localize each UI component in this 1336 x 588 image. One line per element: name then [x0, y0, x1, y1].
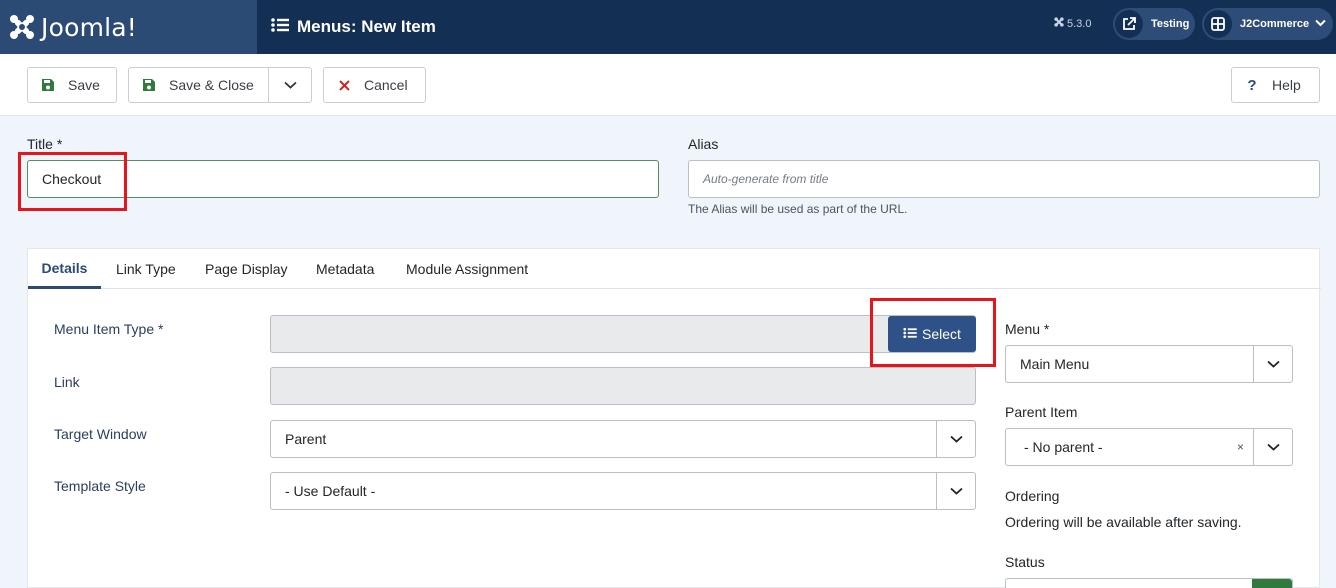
chevron-down-icon — [936, 421, 975, 457]
parent-item-label: Parent Item — [1005, 404, 1078, 420]
save-close-label: Save & Close — [169, 77, 254, 93]
help-label: Help — [1272, 77, 1301, 93]
tab-label: Page Display — [205, 261, 288, 277]
cancel-button[interactable]: Cancel — [323, 67, 426, 103]
tab-label: Module Assignment — [406, 261, 529, 277]
status-toggle — [1252, 579, 1292, 588]
version-badge: 5.3.0 — [1054, 17, 1091, 30]
tab-label: Details — [41, 259, 88, 276]
help-button[interactable]: ? Help — [1231, 67, 1320, 103]
tab-metadata[interactable]: Metadata — [316, 249, 374, 289]
alias-placeholder: Auto-generate from title — [703, 172, 829, 186]
chevron-down-icon — [284, 81, 297, 89]
logo-text: Joomla! — [41, 12, 138, 42]
title-label: Title * — [27, 136, 63, 152]
page-title: Menus: New Item — [271, 0, 436, 54]
parent-item-value: - No parent - — [1024, 439, 1103, 455]
target-window-value: Parent — [285, 431, 327, 447]
highlight-box-select — [870, 298, 996, 367]
alias-label: Alias — [688, 136, 719, 152]
tab-module-assignment[interactable]: Module Assignment — [406, 249, 528, 289]
save-icon — [28, 78, 68, 92]
joomla-logo-icon — [8, 13, 36, 41]
logo[interactable]: Joomla! — [0, 0, 257, 54]
template-style-value: - Use Default - — [285, 483, 376, 499]
parent-item-select[interactable]: - No parent - × — [1005, 428, 1293, 466]
save-close-button[interactable]: Save & Close — [128, 67, 312, 103]
user-menu-button[interactable]: J2Commerce — [1202, 8, 1333, 40]
tab-bar: Details Link Type Page Display Metadata … — [28, 249, 1321, 289]
menu-item-type-label: Menu Item Type * — [54, 321, 164, 337]
save-button[interactable]: Save — [27, 67, 117, 103]
version-text: 5.3.0 — [1067, 17, 1092, 30]
target-window-select[interactable]: Parent — [270, 420, 976, 458]
save-icon — [129, 78, 169, 92]
joomla-small-icon — [1054, 17, 1064, 30]
tab-page-display[interactable]: Page Display — [205, 249, 288, 289]
alias-hint: The Alias will be used as part of the UR… — [688, 202, 908, 216]
status-select[interactable] — [1005, 578, 1293, 588]
ordering-text: Ordering will be available after saving. — [1005, 514, 1242, 530]
details-card: Details Link Type Page Display Metadata … — [27, 248, 1321, 588]
menu-select[interactable]: Main Menu — [1005, 345, 1293, 383]
menu-label: Menu * — [1005, 321, 1050, 337]
site-preview-button[interactable]: Testing — [1113, 8, 1195, 40]
link-field — [270, 367, 976, 405]
save-options-dropdown[interactable] — [269, 68, 312, 102]
chevron-down-icon — [1315, 18, 1326, 30]
chevron-down-icon — [936, 473, 975, 509]
chevron-down-icon — [1253, 429, 1292, 465]
status-label: Status — [1005, 554, 1045, 570]
menu-value: Main Menu — [1020, 356, 1090, 372]
page-title-text: Menus: New Item — [297, 17, 436, 36]
user-label: J2Commerce — [1240, 18, 1310, 30]
clear-selection-icon[interactable]: × — [1237, 440, 1244, 454]
toolbar: Save Save & Close Cancel ? Help — [0, 54, 1336, 116]
alias-input[interactable]: Auto-generate from title — [688, 160, 1320, 198]
top-header: Joomla! Menus: New Item 5.3.0 Testing J2… — [0, 0, 1336, 54]
highlight-box-title — [18, 152, 127, 211]
tab-link-type[interactable]: Link Type — [116, 249, 176, 289]
grid-icon — [1204, 10, 1232, 38]
target-window-label: Target Window — [54, 426, 147, 442]
chevron-down-icon — [1253, 346, 1292, 382]
template-style-select[interactable]: - Use Default - — [270, 472, 976, 510]
tab-label: Link Type — [116, 261, 176, 277]
cancel-label: Cancel — [364, 77, 408, 93]
close-icon — [324, 79, 364, 91]
tab-details[interactable]: Details — [28, 249, 101, 289]
ordering-label: Ordering — [1005, 488, 1060, 504]
save-label: Save — [68, 77, 100, 93]
tab-label: Metadata — [316, 261, 375, 277]
question-icon: ? — [1247, 76, 1257, 94]
template-style-label: Template Style — [54, 478, 146, 494]
external-link-icon — [1115, 10, 1143, 38]
list-icon — [271, 17, 289, 38]
link-label: Link — [54, 374, 80, 390]
testing-label: Testing — [1151, 18, 1190, 30]
